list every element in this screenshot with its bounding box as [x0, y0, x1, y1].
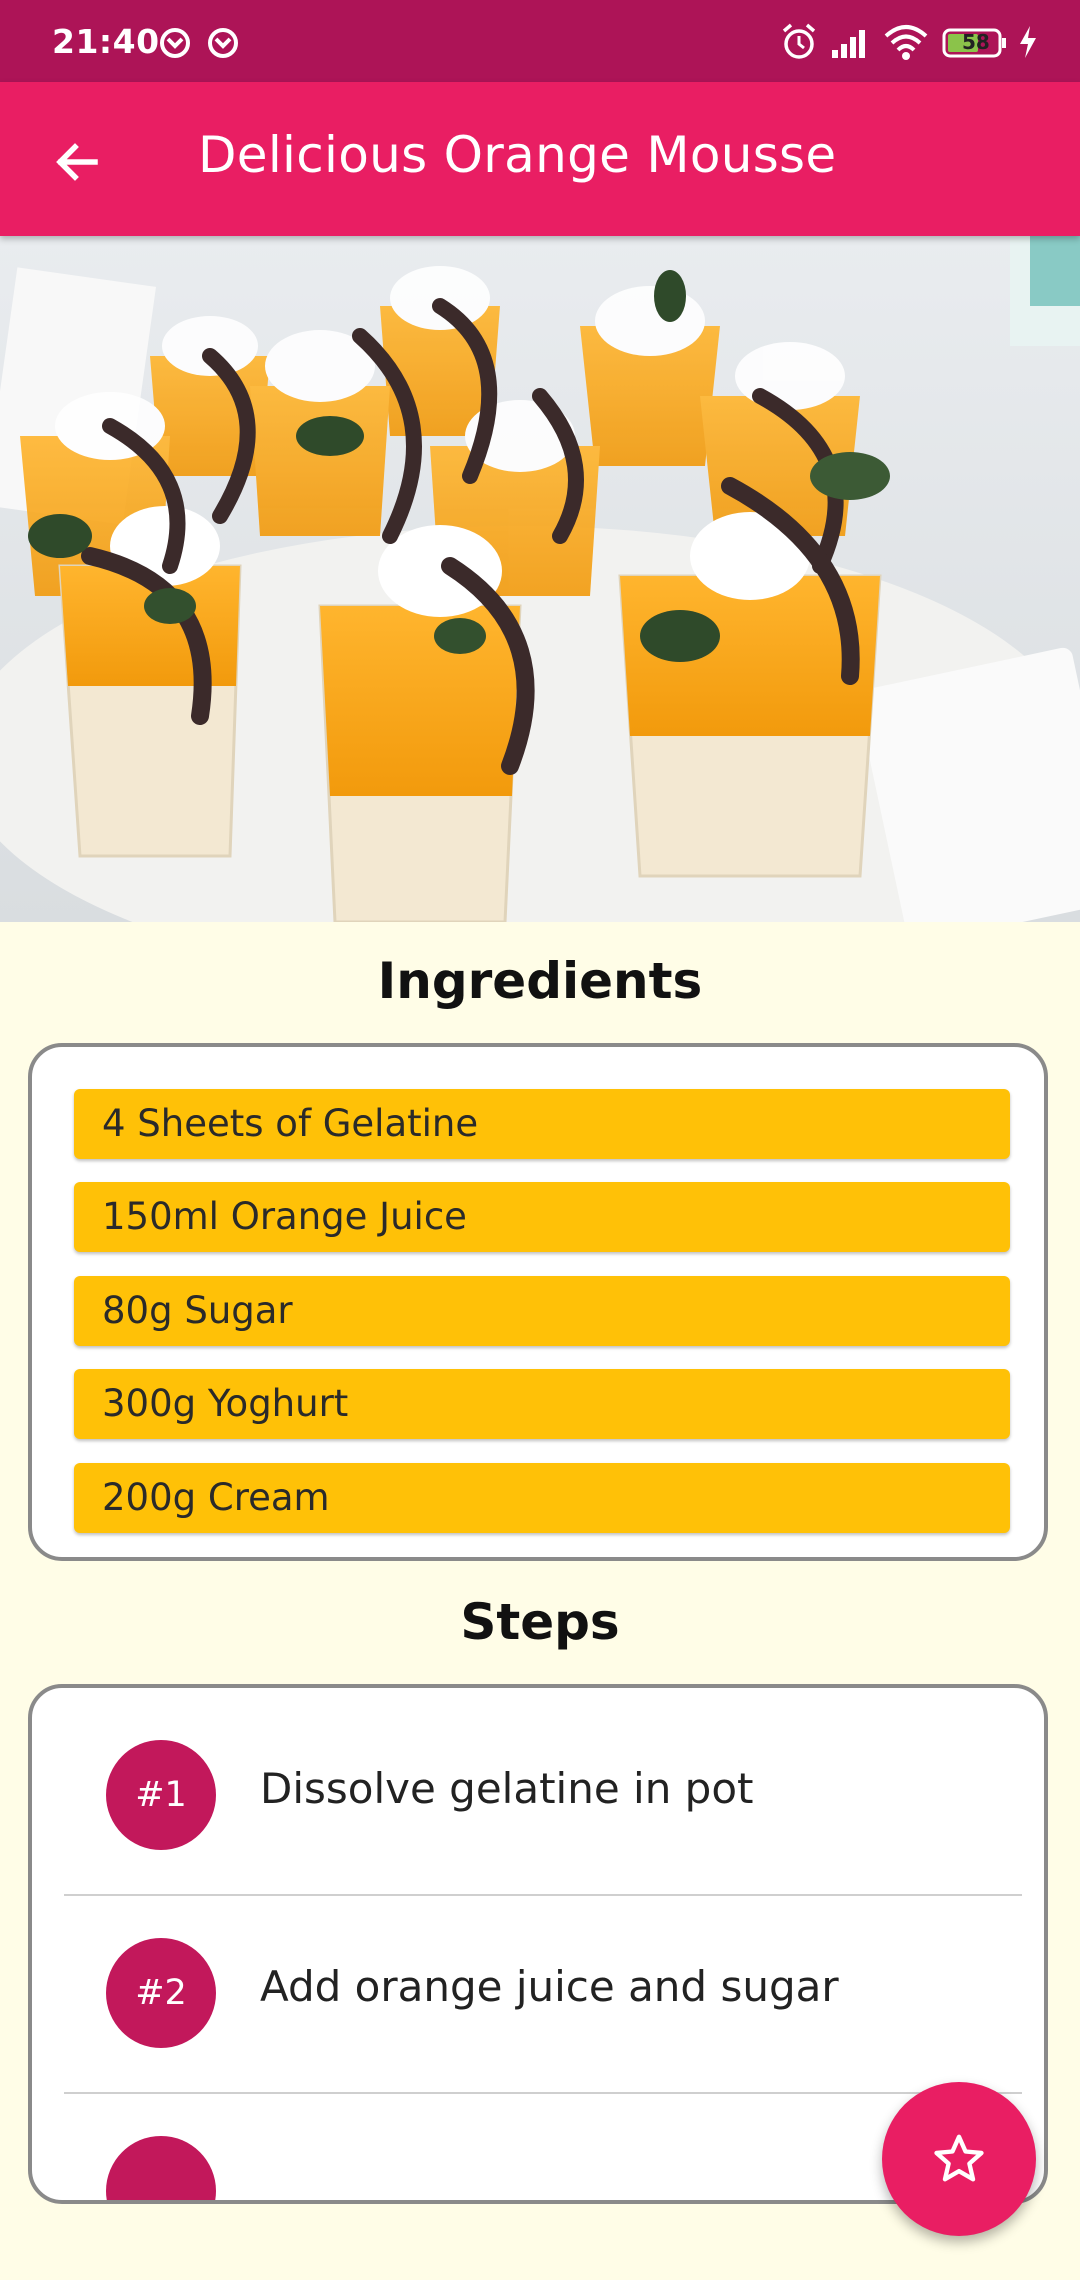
- star-outline-icon: [934, 2134, 984, 2182]
- arrow-back-icon: [56, 143, 98, 181]
- ingredient-item[interactable]: 80g Sugar: [74, 1276, 1010, 1346]
- step-row[interactable]: #1 Dissolve gelatine in pot: [32, 1688, 1044, 1886]
- wifi-icon: [884, 25, 928, 60]
- step-number-badge: [106, 2136, 216, 2200]
- favorite-fab[interactable]: [882, 2082, 1036, 2236]
- recipe-image: [0, 236, 1080, 922]
- sync-notification-icon: [160, 28, 190, 58]
- step-number-badge: #2: [106, 1938, 216, 2048]
- app-bar: Delicious Orange Mousse: [0, 82, 1080, 236]
- step-text: Add orange juice and sugar: [260, 1962, 839, 2011]
- battery-icon: 58: [942, 22, 1008, 62]
- ingredient-item[interactable]: 300g Yoghurt: [74, 1369, 1010, 1439]
- charging-bolt-icon: [1020, 26, 1036, 58]
- ingredients-heading: Ingredients: [377, 952, 703, 1010]
- step-row[interactable]: #2 Add orange juice and sugar: [32, 1886, 1044, 2084]
- page-title: Delicious Orange Mousse: [198, 126, 837, 184]
- ingredient-item[interactable]: 200g Cream: [74, 1463, 1010, 1533]
- step-number-badge: #1: [106, 1740, 216, 1850]
- step-text: Dissolve gelatine in pot: [260, 1764, 754, 1813]
- status-time: 21:40: [52, 22, 160, 61]
- status-bar: 21:40 58: [0, 0, 1080, 82]
- steps-heading: Steps: [460, 1593, 620, 1651]
- back-button[interactable]: [36, 122, 116, 202]
- battery-level: 58: [962, 30, 990, 54]
- ingredients-list: 4 Sheets of Gelatine 150ml Orange Juice …: [28, 1043, 1048, 1561]
- sync-notification-icon: [208, 28, 238, 58]
- signal-icon: [832, 30, 865, 58]
- ingredient-item[interactable]: 4 Sheets of Gelatine: [74, 1089, 1010, 1159]
- ingredient-item[interactable]: 150ml Orange Juice: [74, 1182, 1010, 1252]
- alarm-icon: [782, 23, 816, 59]
